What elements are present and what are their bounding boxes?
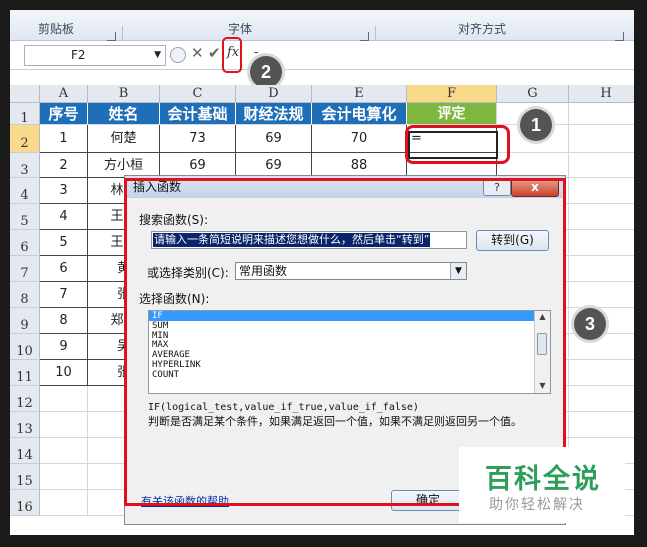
- screenshot-frame: [0, 0, 647, 547]
